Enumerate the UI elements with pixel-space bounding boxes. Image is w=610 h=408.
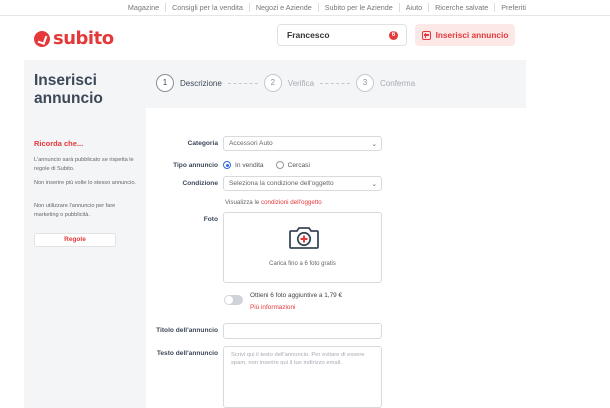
radio-label: Cercasi	[287, 161, 310, 169]
chevron-down-icon: ⌄	[371, 181, 377, 188]
sidebar-paragraph: L'annuncio sarà pubblicato se rispetta l…	[34, 157, 134, 172]
category-value: Accessori Auto	[229, 140, 273, 147]
step-number: 1	[156, 74, 174, 92]
condition-link[interactable]: condizioni dell'oggetto	[261, 199, 322, 206]
radio-cercasi[interactable]: Cercasi	[275, 161, 310, 169]
nav-link-preferiti[interactable]: Preferiti	[494, 3, 532, 12]
user-name: Francesco	[287, 30, 330, 40]
ad-type-radio-group: In vendita Cercasi	[223, 161, 310, 169]
step-label: Conferma	[380, 78, 416, 88]
title-band: Inserisci annuncio 1 Descrizione 2 Verif…	[24, 60, 526, 108]
step-number: 3	[356, 74, 375, 92]
photo-label: Foto	[203, 216, 218, 223]
top-nav-links: Magazine Consigli per la vendita Negozi …	[122, 3, 532, 12]
insert-ad-button[interactable]: Inserisci annuncio	[415, 24, 515, 46]
condition-hint: Visualizza le condizioni dell'oggetto	[225, 199, 322, 206]
camera-add-icon	[289, 227, 319, 249]
sidebar-paragraph: Non inserire più volte lo stesso annunci…	[34, 180, 136, 186]
insert-ad-label: Inserisci annuncio	[435, 30, 509, 40]
category-select[interactable]: Accessori Auto ⌄	[223, 136, 382, 151]
nav-link-negozi[interactable]: Negozi e Aziende	[248, 3, 318, 12]
logo-icon	[34, 30, 50, 47]
step-label: Verifica	[287, 78, 315, 88]
plus-icon	[421, 30, 431, 40]
rules-button[interactable]: Regole	[34, 233, 116, 247]
logo[interactable]: subito	[34, 28, 114, 49]
sidebar-title: Ricorda che...	[34, 139, 84, 148]
photo-hint: Carica fino a 6 foto gratis	[269, 261, 336, 267]
step-verifica: 2 Verifica	[263, 74, 315, 92]
nav-link-consigli[interactable]: Consigli per la vendita	[165, 3, 249, 12]
category-label: Categoria	[187, 140, 218, 147]
ad-form: Categoria Accessori Auto ⌄ Tipo annuncio…	[146, 108, 526, 408]
step-number: 2	[263, 74, 282, 92]
title-label: Titolo dell'annuncio	[156, 327, 218, 334]
header: subito Francesco 6 Inserisci annuncio	[0, 16, 610, 60]
radio-unselected-icon	[275, 161, 284, 169]
notification-badge: 6	[389, 31, 398, 40]
logo-text: subito	[53, 28, 114, 49]
condition-hint-prefix: Visualizza le	[225, 199, 261, 206]
condition-select[interactable]: Seleziona la condizione dell'oggetto ⌄	[223, 176, 382, 191]
condition-label: Condizione	[182, 180, 218, 187]
top-nav: Magazine Consigli per la vendita Negozi …	[0, 0, 610, 16]
radio-label: In vendita	[235, 161, 264, 169]
nav-link-ricerche[interactable]: Ricerche salvate	[428, 3, 494, 12]
sidebar: Ricorda che... L'annuncio sarà pubblicat…	[24, 108, 146, 408]
steps-progress: 1 Descrizione 2 Verifica 3 Conferma	[156, 74, 415, 92]
step-label: Descrizione	[180, 78, 222, 88]
page-title: Inserisci annuncio	[34, 72, 103, 107]
radio-in-vendita[interactable]: In vendita	[223, 161, 264, 169]
text-placeholder: Scrivi qui il testo dell'annuncio. Per e…	[231, 352, 365, 366]
title-input[interactable]	[223, 323, 382, 339]
nav-link-aziende[interactable]: Subito per le Aziende	[317, 3, 399, 12]
text-label: Testo dell'annuncio	[156, 350, 218, 357]
step-connector	[320, 82, 351, 84]
nav-link-magazine[interactable]: Magazine	[122, 3, 165, 12]
chevron-down-icon: ⌄	[371, 141, 377, 148]
photo-upload[interactable]: Carica fino a 6 foto gratis	[223, 212, 382, 283]
step-conferma: 3 Conferma	[356, 74, 415, 92]
extra-photos-toggle[interactable]	[224, 295, 243, 305]
step-connector	[227, 82, 258, 84]
more-info-link[interactable]: Più informazioni	[250, 304, 295, 311]
page: Magazine Consigli per la vendita Negozi …	[0, 0, 610, 408]
sidebar-paragraph: Non utilizzare l'annuncio per fare marke…	[34, 203, 116, 218]
text-textarea[interactable]: Scrivi qui il testo dell'annuncio. Per e…	[223, 346, 382, 408]
extra-photos-text: Ottieni 6 foto aggiuntive a 1,79 €	[250, 292, 343, 299]
title-value	[224, 329, 238, 343]
user-menu[interactable]: Francesco 6	[277, 24, 407, 46]
radio-selected-icon	[223, 161, 231, 169]
condition-placeholder: Seleziona la condizione dell'oggetto	[229, 180, 334, 187]
step-descrizione: 1 Descrizione	[156, 74, 222, 92]
ad-type-label: Tipo annuncio	[173, 162, 218, 169]
nav-link-aiuto[interactable]: Aiuto	[398, 3, 428, 12]
